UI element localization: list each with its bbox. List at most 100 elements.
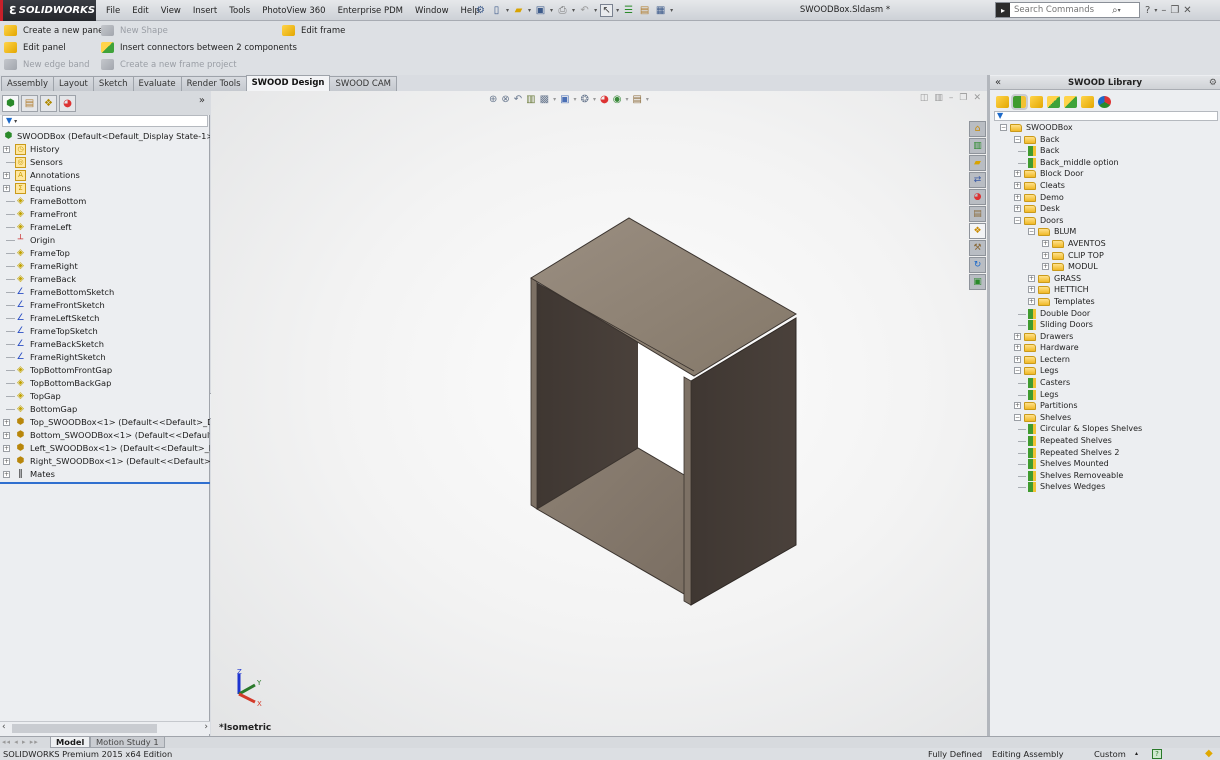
- tree-item[interactable]: + ‖ Mates: [0, 468, 210, 481]
- library-filter[interactable]: ▼: [994, 111, 1218, 121]
- library-folder[interactable]: − Doors: [990, 215, 1220, 227]
- tree-item[interactable]: + ⬢ Right_SWOODBox<1> (Default<<Default>_D…: [0, 455, 210, 468]
- library-item[interactable]: Shelves Removeable: [990, 470, 1220, 482]
- viewport-close-icon[interactable]: ✕: [973, 93, 981, 103]
- print-dropdown-icon[interactable]: ▾: [572, 7, 575, 14]
- tree-item[interactable]: ┴ Origin: [0, 234, 210, 247]
- dropdown-icon[interactable]: ▾: [646, 96, 649, 103]
- dropdown-icon[interactable]: ▾: [553, 96, 556, 103]
- view-settings-icon[interactable]: ▤: [632, 94, 641, 105]
- library-folder[interactable]: + Templates: [990, 296, 1220, 308]
- edit-frame-button[interactable]: Edit frame: [282, 25, 345, 36]
- swood-library-icon[interactable]: ❖: [969, 223, 986, 239]
- collapse-icon[interactable]: −: [1014, 216, 1021, 224]
- new-dropdown-icon[interactable]: ▾: [506, 7, 509, 14]
- material-library-icon[interactable]: [1064, 96, 1077, 108]
- library-item[interactable]: Double Door: [990, 308, 1220, 320]
- collapse-icon[interactable]: −: [1014, 135, 1021, 143]
- save-icon[interactable]: ▣: [534, 4, 547, 17]
- expand-icon[interactable]: +: [3, 471, 10, 478]
- search-dropdown-icon[interactable]: ▾: [1118, 7, 1121, 14]
- library-item[interactable]: Back: [990, 145, 1220, 157]
- tree-item[interactable]: ∠ FrameBottomSketch: [0, 286, 210, 299]
- tab-motion-study[interactable]: Motion Study 1: [90, 737, 165, 748]
- refresh-icon[interactable]: ↻: [969, 257, 986, 273]
- collapse-icon[interactable]: −: [1000, 124, 1007, 131]
- new-shape-button[interactable]: New Shape: [101, 25, 168, 36]
- save-dropdown-icon[interactable]: ▾: [550, 7, 553, 14]
- tree-item[interactable]: + ⬢ Left_SWOODBox<1> (Default<<Default>_Di…: [0, 442, 210, 455]
- expand-icon[interactable]: +: [3, 185, 10, 192]
- collapse-icon[interactable]: −: [1028, 228, 1035, 236]
- scroll-left-icon[interactable]: ‹: [2, 722, 6, 732]
- search-input[interactable]: [1010, 5, 1110, 15]
- split-vertical-icon[interactable]: ▥: [934, 93, 943, 103]
- display-style-icon[interactable]: ❂: [581, 94, 589, 105]
- split-horizontal-icon[interactable]: ◫: [920, 93, 929, 103]
- library-item[interactable]: Shelves Wedges: [990, 481, 1220, 493]
- library-folder[interactable]: + CLIP TOP: [990, 250, 1220, 262]
- tree-item[interactable]: ∠ FrameBackSketch: [0, 338, 210, 351]
- pin-icon[interactable]: ⚙: [474, 4, 487, 17]
- quick-tips-icon[interactable]: ?: [1152, 749, 1162, 759]
- library-folder[interactable]: + Hardware: [990, 342, 1220, 354]
- restore-icon[interactable]: ❐: [1170, 5, 1179, 16]
- menu-window[interactable]: Window: [409, 6, 455, 16]
- expand-icon[interactable]: +: [1042, 263, 1049, 271]
- expand-icon[interactable]: +: [3, 172, 10, 179]
- component-library-icon[interactable]: [996, 96, 1009, 108]
- library-folder[interactable]: − SWOODBox: [990, 122, 1220, 134]
- tree-item[interactable]: ◈ FrameLeft: [0, 221, 210, 234]
- expand-icon[interactable]: +: [1028, 297, 1035, 305]
- custom-properties-icon[interactable]: ▤: [969, 206, 986, 222]
- menu-photoview-360[interactable]: PhotoView 360: [256, 6, 331, 16]
- menu-file[interactable]: File: [100, 6, 126, 16]
- horizontal-scrollbar[interactable]: ‹ ›: [0, 721, 210, 734]
- insert-connectors-button[interactable]: Insert connectors between 2 components: [101, 42, 297, 53]
- library-folder[interactable]: + GRASS: [990, 273, 1220, 285]
- rollback-bar[interactable]: [0, 482, 210, 484]
- tree-item[interactable]: + A Annotations: [0, 169, 210, 182]
- design-library-icon[interactable]: ▥: [969, 138, 986, 154]
- collapse-icon[interactable]: −: [1014, 367, 1021, 375]
- expand-icon[interactable]: +: [1014, 344, 1021, 352]
- expand-panel-icon[interactable]: »: [199, 95, 205, 106]
- dropdown-icon[interactable]: ▾: [593, 96, 596, 103]
- menu-insert[interactable]: Insert: [187, 6, 223, 16]
- tree-item[interactable]: + ⬢ Bottom_SWOODBox<1> (Default<<Default>_…: [0, 429, 210, 442]
- expand-icon[interactable]: +: [1014, 355, 1021, 363]
- expand-icon[interactable]: +: [1014, 205, 1021, 213]
- file-properties-icon[interactable]: ▤: [638, 4, 651, 17]
- feature-manager-tab-icon[interactable]: ⬢: [2, 94, 19, 112]
- tab-sketch[interactable]: Sketch: [92, 76, 134, 91]
- rebuild-icon[interactable]: ☰: [622, 4, 635, 17]
- minimize-icon[interactable]: –: [1161, 5, 1166, 16]
- section-view-icon[interactable]: ▥: [526, 94, 535, 105]
- expand-icon[interactable]: +: [3, 146, 10, 153]
- library-item[interactable]: Sliding Doors: [990, 319, 1220, 331]
- pin-icon[interactable]: ⚙: [1209, 76, 1217, 90]
- undo-icon[interactable]: ↶: [578, 4, 591, 17]
- tab-swood-cam[interactable]: SWOOD CAM: [329, 76, 397, 91]
- expand-icon[interactable]: +: [1014, 181, 1021, 189]
- dropdown-icon[interactable]: ▾: [625, 96, 628, 103]
- dynamic-annotation-icon[interactable]: ▩: [540, 94, 549, 105]
- tag-icon[interactable]: ◆: [1205, 748, 1213, 760]
- search-commands[interactable]: ▸ ⌕ ▾: [995, 2, 1140, 18]
- create-panel-button[interactable]: Create a new panel: [4, 25, 106, 36]
- library-item[interactable]: Repeated Shelves: [990, 435, 1220, 447]
- expand-icon[interactable]: +: [1014, 402, 1021, 410]
- menu-view[interactable]: View: [155, 6, 187, 16]
- tree-item[interactable]: ∠ FrameLeftSketch: [0, 312, 210, 325]
- close-icon[interactable]: ✕: [1183, 5, 1191, 16]
- expand-icon[interactable]: +: [1028, 286, 1035, 294]
- select-icon[interactable]: ↖: [600, 4, 614, 17]
- library-folder[interactable]: + Demo: [990, 192, 1220, 204]
- tree-root[interactable]: ⬢ SWOODBox (Default<Default_Display Stat…: [0, 130, 210, 143]
- library-folder[interactable]: − Legs: [990, 365, 1220, 377]
- expand-icon[interactable]: +: [3, 458, 10, 465]
- tree-item[interactable]: ∠ FrameRightSketch: [0, 351, 210, 364]
- help-icon[interactable]: ?: [1145, 5, 1150, 16]
- options-dropdown-icon[interactable]: ▾: [670, 7, 673, 14]
- tree-item[interactable]: ◎ Sensors: [0, 156, 210, 169]
